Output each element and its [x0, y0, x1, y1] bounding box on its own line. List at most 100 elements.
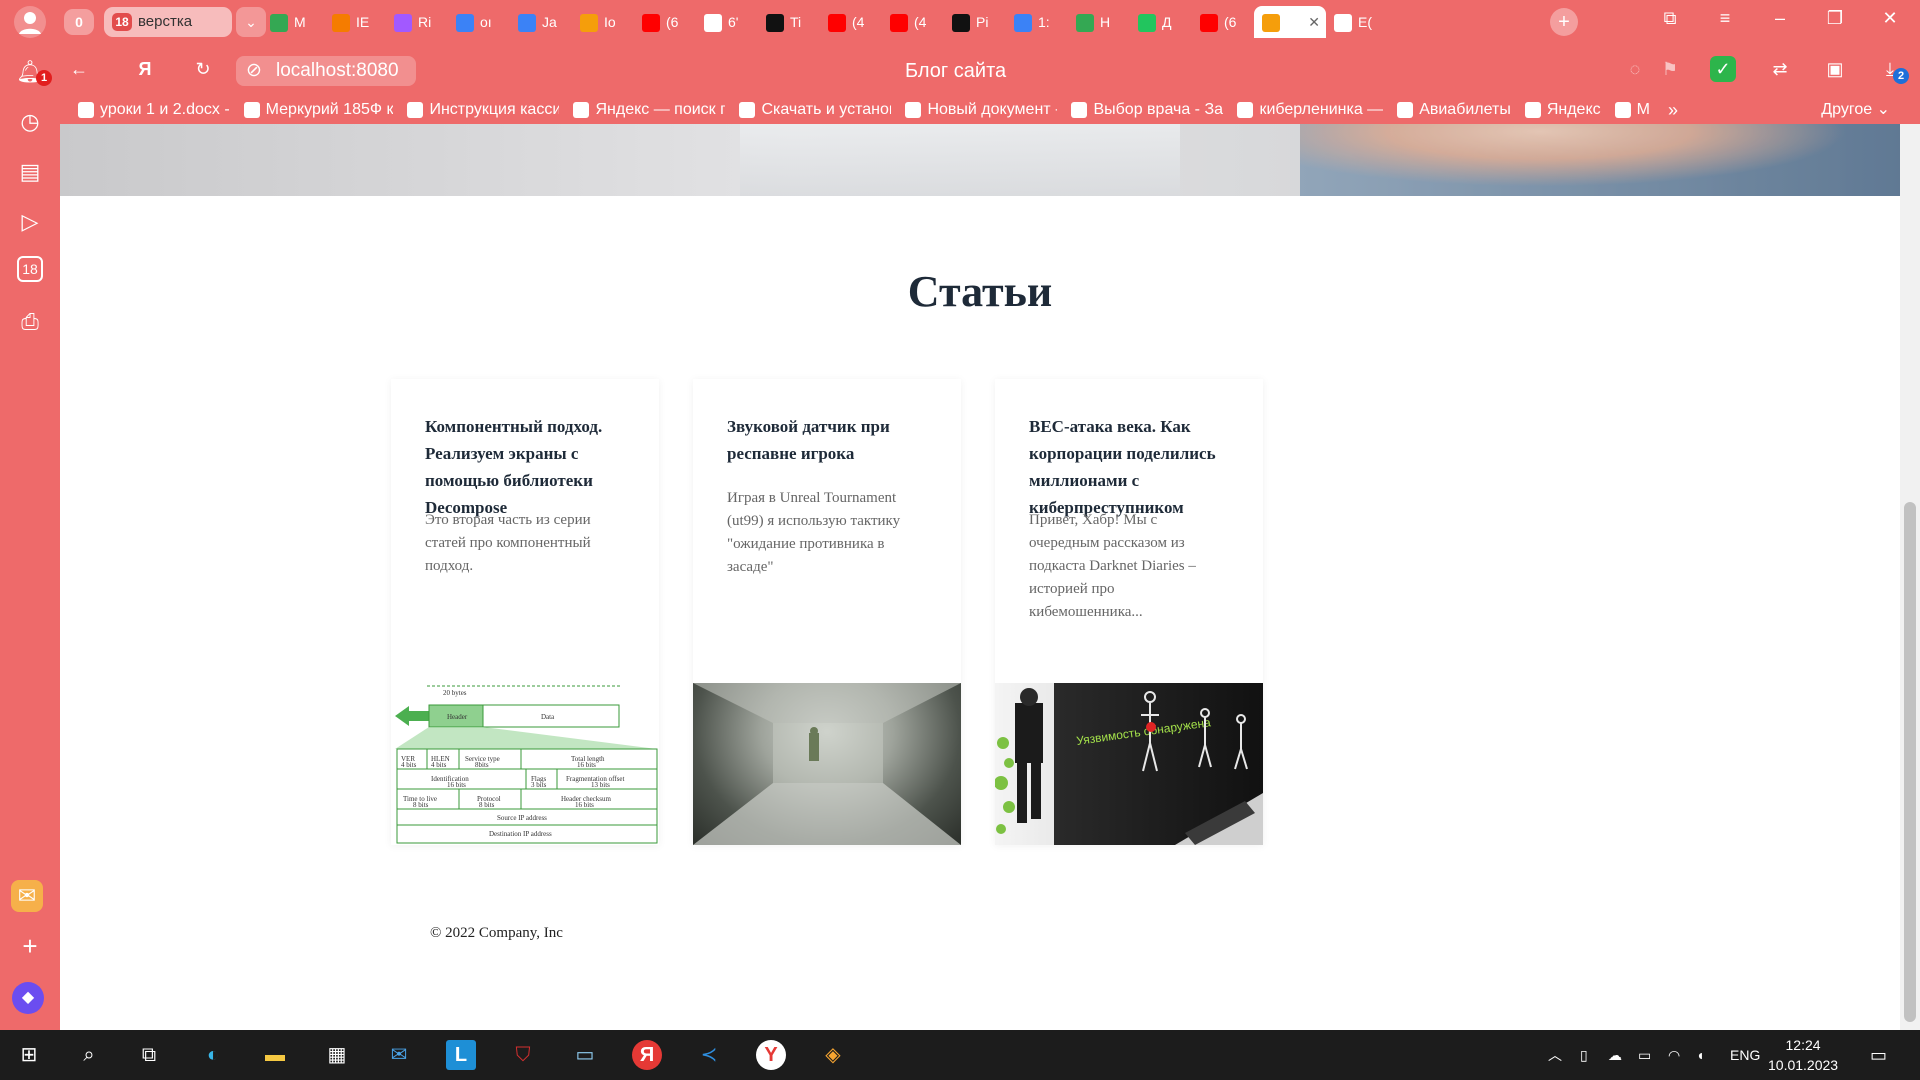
language-indicator[interactable]: ENG: [1730, 1030, 1760, 1080]
mail-app-icon[interactable]: ✉: [384, 1040, 414, 1070]
yandex-logo-icon[interactable]: Я: [130, 54, 160, 84]
tab-group-label: верстка: [138, 13, 193, 30]
article-title[interactable]: Компонентный подход. Реализуем экраны с …: [425, 413, 630, 521]
browser-tab-label: oı: [480, 14, 492, 30]
browser-tab[interactable]: M: [262, 6, 324, 38]
bookmark-item[interactable]: Новый документ -: [905, 101, 1057, 119]
browser-tab[interactable]: Ti: [758, 6, 820, 38]
tab-group[interactable]: 18 верстка ⌄: [104, 7, 266, 37]
search-icon[interactable]: ⌕: [74, 1040, 104, 1070]
browser-tab[interactable]: IE: [324, 6, 386, 38]
browser-tab[interactable]: Ri: [386, 6, 448, 38]
collections-icon[interactable]: ▤: [14, 156, 46, 188]
bookmark-item[interactable]: киберленинка —: [1237, 101, 1383, 119]
history-icon[interactable]: ◷: [14, 106, 46, 138]
browser-tab[interactable]: Io: [572, 6, 634, 38]
new-tab-button[interactable]: +: [1550, 8, 1578, 36]
extension-icon[interactable]: ▣: [1820, 54, 1850, 84]
bookmark-icon[interactable]: ⚑: [1655, 54, 1685, 84]
comment-icon[interactable]: ◌: [1620, 54, 1650, 84]
bookmark-item[interactable]: Яндекс — поиск по: [573, 101, 725, 119]
browser-tab[interactable]: E(: [1326, 6, 1388, 38]
browser-tab[interactable]: Pi: [944, 6, 1006, 38]
apps-icon: [332, 14, 350, 33]
alice-assistant-icon[interactable]: ◆: [12, 982, 44, 1014]
article-card[interactable]: Звуковой датчик при респавне игрока Игра…: [693, 379, 961, 845]
browser-tab[interactable]: Д: [1130, 6, 1192, 38]
site-security-icon[interactable]: ⊘: [246, 56, 262, 86]
yandex-browser-icon[interactable]: Y: [756, 1040, 786, 1070]
browser-tab[interactable]: (4: [882, 6, 944, 38]
gitkraken-icon[interactable]: ◈: [818, 1040, 848, 1070]
mcafee-icon[interactable]: ⛉: [508, 1040, 538, 1070]
store-icon[interactable]: ▦: [322, 1040, 352, 1070]
bookmark-item[interactable]: Скачать и установ: [739, 101, 891, 119]
add-panel-icon[interactable]: +: [14, 930, 46, 962]
reload-icon[interactable]: ↻: [188, 54, 218, 84]
tray-chevron-icon[interactable]: ︿: [1548, 1030, 1562, 1080]
bookmark-item[interactable]: Меркурий 185Ф к: [243, 101, 393, 119]
close-icon[interactable]: ✕: [1870, 8, 1910, 29]
tab-group-number: 18: [112, 13, 132, 31]
edge-icon[interactable]: ◐: [198, 1040, 228, 1070]
mail-icon[interactable]: ✉: [11, 880, 43, 912]
onedrive-icon[interactable]: ☁: [1608, 1030, 1622, 1080]
translate-icon[interactable]: ⇄: [1765, 54, 1795, 84]
battery-icon[interactable]: ▭: [1638, 1030, 1651, 1080]
browser-tab[interactable]: H: [1068, 6, 1130, 38]
tab-counter[interactable]: 0: [64, 9, 94, 35]
bookmark-item[interactable]: уроки 1 и 2.docx -: [78, 101, 230, 119]
article-card[interactable]: Компонентный подход. Реализуем экраны с …: [391, 379, 659, 845]
browser-tab[interactable]: 1:: [1006, 6, 1068, 38]
article-title[interactable]: BEC-атака века. Как корпорации поделилис…: [1029, 413, 1234, 521]
back-icon[interactable]: ←: [64, 54, 94, 84]
computer-icon[interactable]: ▭: [570, 1040, 600, 1070]
vscode-icon[interactable]: ≺: [694, 1040, 724, 1070]
green-circle-icon: [243, 102, 260, 118]
restore-icon[interactable]: ❐: [1815, 8, 1855, 29]
bookmark-item[interactable]: Инструкция касси: [407, 101, 559, 119]
browser-tab[interactable]: (6: [1192, 6, 1254, 38]
close-tab-icon[interactable]: ✕: [1308, 6, 1320, 38]
yandex-app-icon[interactable]: Я: [632, 1040, 662, 1070]
other-bookmarks-button[interactable]: Другое ⌄: [1821, 96, 1890, 124]
browser-tab[interactable]: (6: [634, 6, 696, 38]
url-field[interactable]: ⊘ localhost:8080: [236, 56, 416, 86]
volume-icon[interactable]: ◖: [1696, 1030, 1704, 1080]
bookmarks-more-button[interactable]: »: [1668, 100, 1678, 121]
article-title[interactable]: Звуковой датчик при респавне игрока: [727, 413, 932, 467]
bell-icon[interactable]: 🔔︎ 1: [14, 56, 52, 88]
file-explorer-icon[interactable]: ▬: [260, 1040, 290, 1070]
lingualeo-icon[interactable]: L: [446, 1040, 476, 1070]
browser-tab[interactable]: ✕: [1254, 6, 1326, 38]
windows-start-icon[interactable]: ⊞: [14, 1040, 44, 1070]
play-icon[interactable]: ▷: [14, 206, 46, 238]
bookmark-item[interactable]: Выбор врача - Зап: [1071, 101, 1223, 119]
minimize-icon[interactable]: –: [1760, 8, 1800, 29]
article-excerpt: Привет, Хабр! Мы с очередным рассказом и…: [1029, 512, 1196, 620]
svg-text:8bits: 8bits: [475, 761, 489, 769]
menu-icon[interactable]: ≡: [1705, 8, 1745, 29]
profile-icon[interactable]: [14, 6, 46, 38]
bookmark-item[interactable]: M: [1614, 101, 1650, 119]
scrollbar-thumb[interactable]: [1904, 502, 1916, 1022]
screenshot-icon[interactable]: ⎙: [14, 306, 46, 338]
article-card[interactable]: BEC-атака века. Как корпорации поделилис…: [995, 379, 1263, 845]
browser-tab[interactable]: 6': [696, 6, 758, 38]
downloads-icon[interactable]: ⤓ 2: [1875, 54, 1909, 84]
tab-group-sidebar-icon[interactable]: 18: [17, 256, 43, 282]
bookmark-item[interactable]: Авиабилеты: [1397, 101, 1511, 119]
bookmark-item[interactable]: Яндекс: [1524, 101, 1601, 119]
notifications-icon[interactable]: ▭: [1870, 1030, 1887, 1080]
browser-tab[interactable]: oı: [448, 6, 510, 38]
tab-manager-icon[interactable]: ⧉: [1650, 8, 1690, 29]
browser-tab[interactable]: Ja: [510, 6, 572, 38]
diagram-data-label: Data: [541, 713, 555, 721]
browser-tab[interactable]: (4: [820, 6, 882, 38]
tray-device-icon[interactable]: ▯: [1580, 1030, 1588, 1080]
yandex-icon: [573, 102, 590, 118]
wifi-icon[interactable]: ◠: [1668, 1030, 1680, 1080]
system-clock[interactable]: 12:24 10.01.2023: [1768, 1035, 1838, 1075]
protect-shield-icon[interactable]: ✓: [1710, 56, 1736, 82]
task-view-icon[interactable]: ⧉: [134, 1040, 164, 1070]
